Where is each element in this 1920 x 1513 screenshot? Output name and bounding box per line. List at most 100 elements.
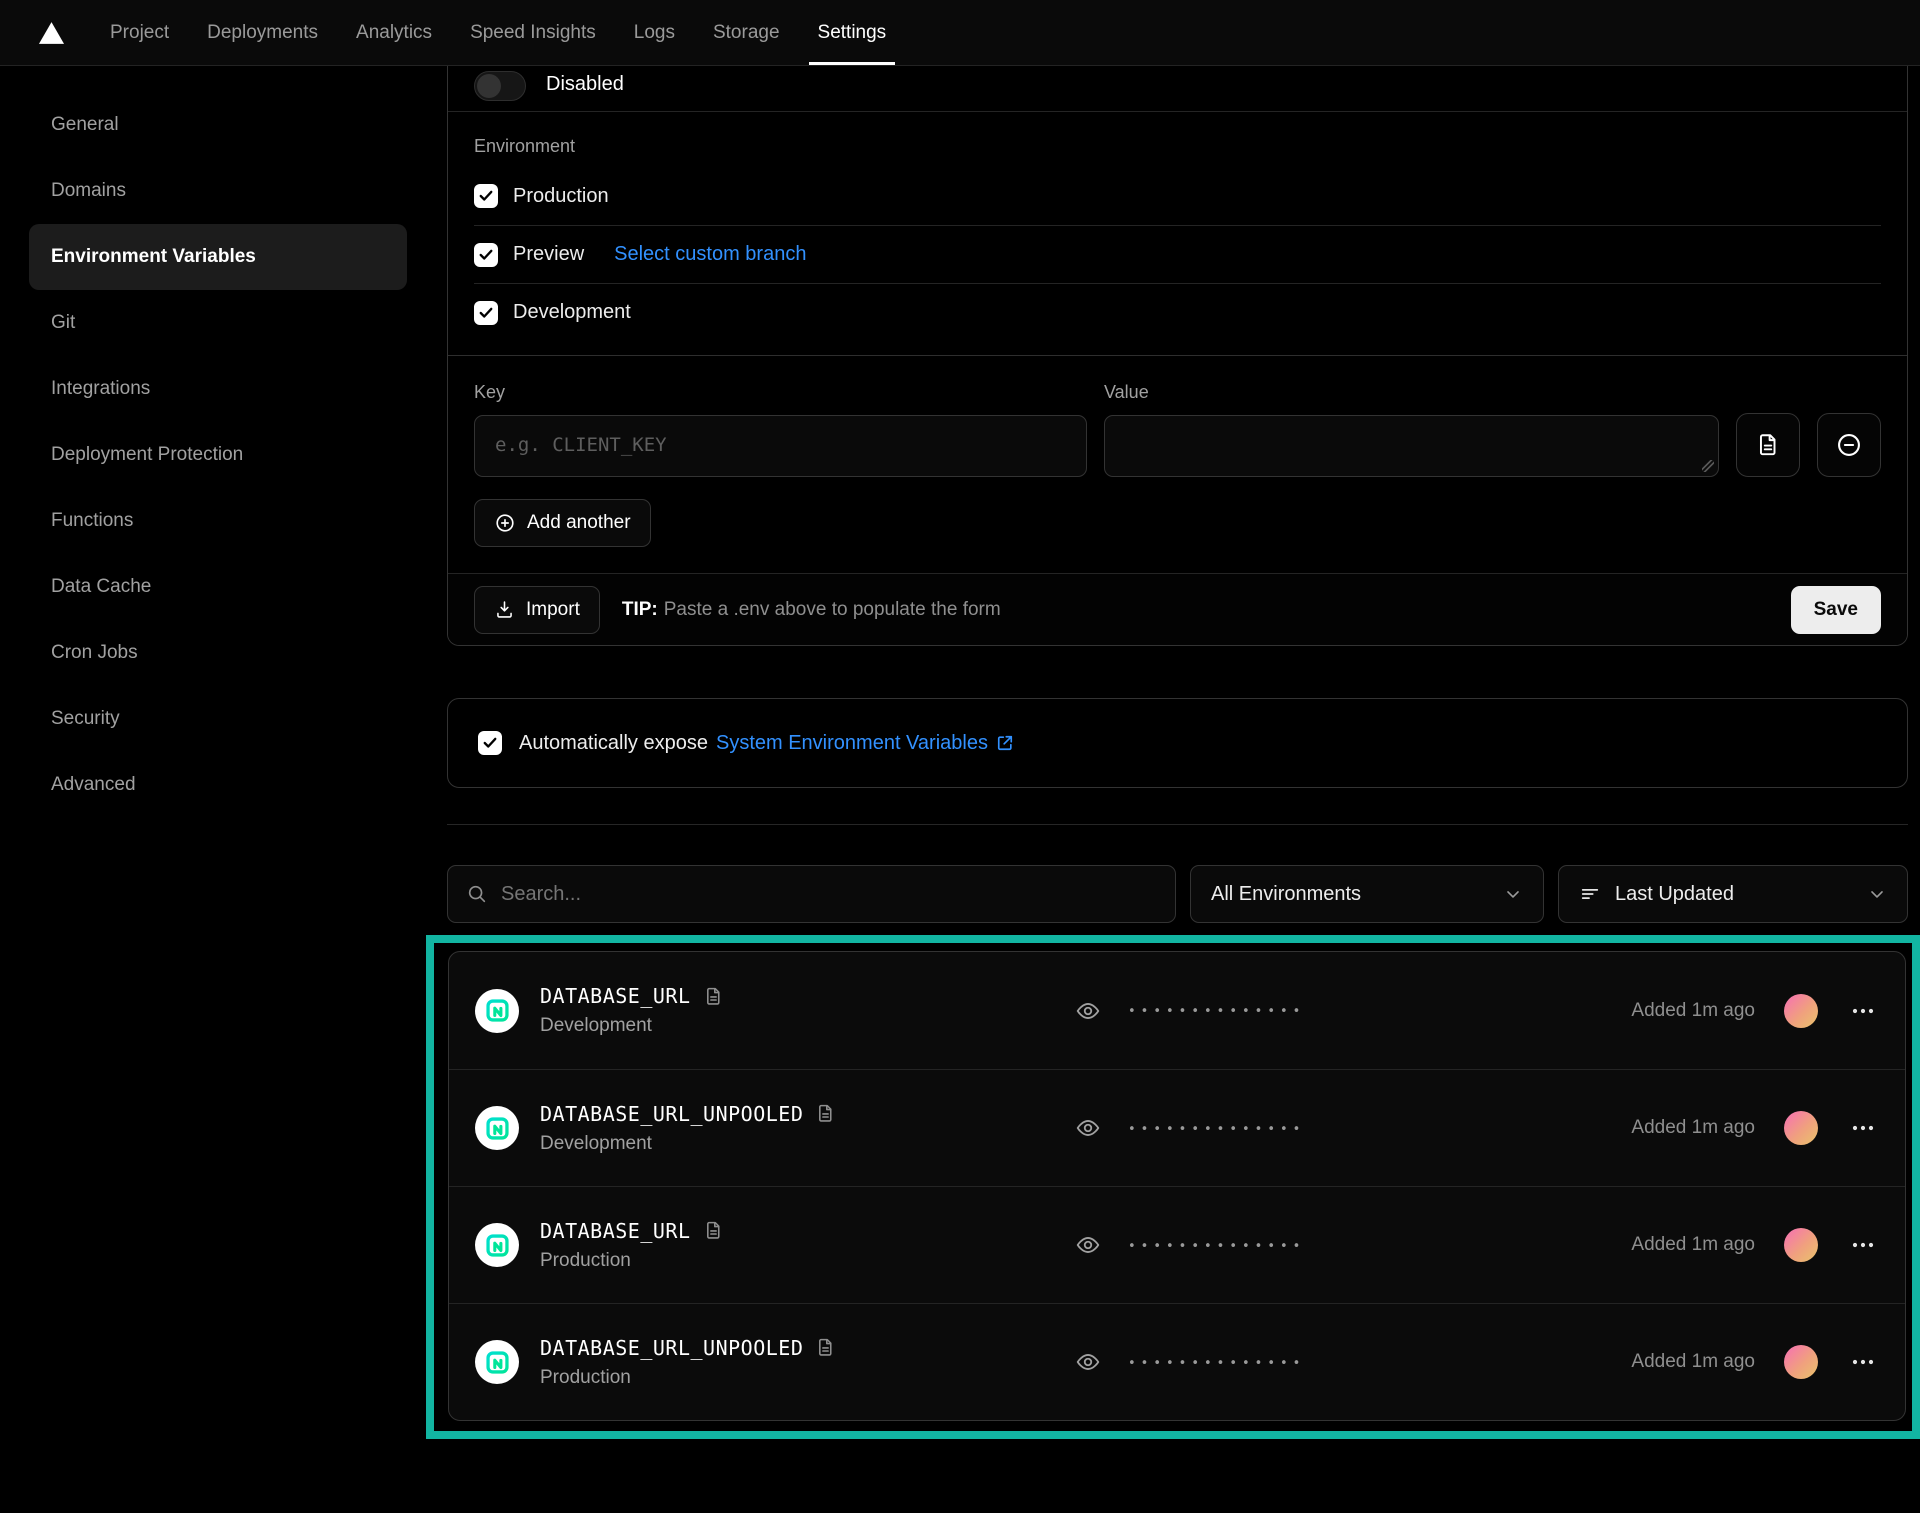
note-icon bbox=[815, 1103, 836, 1124]
env-var-name: DATABASE_URL bbox=[540, 1219, 691, 1243]
section-divider bbox=[447, 824, 1908, 825]
nav-tab[interactable]: Deployments bbox=[188, 0, 337, 65]
system-env-label: Automatically expose bbox=[519, 732, 708, 755]
search-input[interactable] bbox=[501, 883, 1157, 906]
eye-icon bbox=[1075, 1115, 1101, 1141]
nav-tab[interactable]: Settings bbox=[799, 0, 906, 65]
sidebar-item-label: Environment Variables bbox=[51, 246, 256, 268]
sort-filter-select[interactable]: Last Updated bbox=[1558, 865, 1908, 923]
sidebar-item[interactable]: Advanced bbox=[29, 752, 407, 818]
external-link-icon bbox=[995, 733, 1015, 753]
sidebar-item[interactable]: Integrations bbox=[29, 356, 407, 422]
sidebar-item-label: Advanced bbox=[51, 774, 136, 796]
toggle-knob bbox=[477, 74, 501, 98]
environment-checkbox-row: Preview Select custom branch bbox=[474, 225, 1881, 283]
note-icon bbox=[703, 1220, 724, 1241]
tip-text: TIP:Paste a .env above to populate the f… bbox=[622, 599, 1001, 621]
save-button[interactable]: Save bbox=[1791, 586, 1881, 634]
neon-integration-icon bbox=[475, 1106, 519, 1150]
environment-checkbox[interactable] bbox=[474, 184, 498, 208]
nav-tab-label: Speed Insights bbox=[470, 22, 596, 44]
note-icon bbox=[703, 986, 724, 1007]
sidebar-item[interactable]: Domains bbox=[29, 158, 407, 224]
nav-tab[interactable]: Speed Insights bbox=[451, 0, 615, 65]
reveal-value-button[interactable] bbox=[1075, 1349, 1101, 1375]
creator-avatar bbox=[1784, 994, 1818, 1028]
neon-integration-icon bbox=[475, 989, 519, 1033]
nav-tab[interactable]: Logs bbox=[615, 0, 694, 65]
reveal-value-button[interactable] bbox=[1075, 998, 1101, 1024]
sidebar-item-label: Security bbox=[51, 708, 120, 730]
sidebar-item[interactable]: General bbox=[29, 92, 407, 158]
add-another-button[interactable]: Add another bbox=[474, 499, 651, 547]
row-menu-button[interactable] bbox=[1847, 1354, 1879, 1370]
environment-checkbox-row: Development bbox=[474, 283, 1881, 341]
row-menu-button[interactable] bbox=[1847, 1237, 1879, 1253]
env-var-environment: Production bbox=[540, 1250, 724, 1272]
nav-tab-label: Logs bbox=[634, 22, 675, 44]
environment-checkbox-label: Preview bbox=[513, 243, 584, 266]
sidebar-item[interactable]: Git bbox=[29, 290, 407, 356]
masked-value: •••••••••••••• bbox=[1128, 1002, 1305, 1019]
plus-circle-icon bbox=[494, 512, 516, 534]
paste-file-button[interactable] bbox=[1736, 413, 1800, 477]
filter-row: All Environments Last Updated bbox=[447, 865, 1908, 923]
sidebar-item[interactable]: Cron Jobs bbox=[29, 620, 407, 686]
row-menu-button[interactable] bbox=[1847, 1120, 1879, 1136]
nav-tab-label: Deployments bbox=[207, 22, 318, 44]
reveal-value-button[interactable] bbox=[1075, 1115, 1101, 1141]
remove-row-button[interactable] bbox=[1817, 413, 1881, 477]
check-icon bbox=[479, 190, 493, 202]
env-var-editor-card: Disabled Environment Production bbox=[447, 66, 1908, 646]
environment-checkbox[interactable] bbox=[474, 243, 498, 267]
resize-grip[interactable] bbox=[1702, 460, 1714, 472]
ellipsis-icon bbox=[1851, 1241, 1875, 1249]
environment-filter-value: All Environments bbox=[1211, 883, 1489, 906]
main-content: Disabled Environment Production bbox=[447, 66, 1908, 1439]
nav-tab[interactable]: Project bbox=[91, 0, 188, 65]
reveal-value-button[interactable] bbox=[1075, 1232, 1101, 1258]
nav-tab-label: Analytics bbox=[356, 22, 432, 44]
sidebar-item[interactable]: Environment Variables bbox=[29, 224, 407, 290]
sidebar-item[interactable]: Functions bbox=[29, 488, 407, 554]
row-menu-button[interactable] bbox=[1847, 1003, 1879, 1019]
sidebar-item-label: Git bbox=[51, 312, 75, 334]
sidebar-item-label: Data Cache bbox=[51, 576, 151, 598]
creator-avatar bbox=[1784, 1345, 1818, 1379]
sidebar-item-label: Integrations bbox=[51, 378, 150, 400]
key-input[interactable] bbox=[474, 415, 1087, 477]
env-var-row: DATABASE_URL_UNPOOLED Development bbox=[449, 1069, 1905, 1186]
eye-icon bbox=[1075, 1232, 1101, 1258]
vercel-logo-icon[interactable] bbox=[38, 0, 65, 65]
neon-integration-icon bbox=[475, 1223, 519, 1267]
toggle-label: Disabled bbox=[546, 73, 624, 96]
chevron-down-icon bbox=[1867, 884, 1887, 904]
value-input[interactable] bbox=[1104, 415, 1719, 477]
nav-tab[interactable]: Storage bbox=[694, 0, 799, 65]
select-custom-branch-link[interactable]: Select custom branch bbox=[614, 243, 806, 266]
tip-bold: TIP: bbox=[622, 599, 658, 620]
environment-filter-select[interactable]: All Environments bbox=[1190, 865, 1544, 923]
file-icon bbox=[1755, 432, 1781, 458]
creator-avatar bbox=[1784, 1228, 1818, 1262]
minus-circle-icon bbox=[1835, 431, 1863, 459]
added-timestamp: Added 1m ago bbox=[1631, 1000, 1755, 1022]
sidebar-item[interactable]: Deployment Protection bbox=[29, 422, 407, 488]
sidebar-item[interactable]: Data Cache bbox=[29, 554, 407, 620]
note-icon bbox=[815, 1337, 836, 1358]
top-nav: Project Deployments Analytics Speed Insi… bbox=[0, 0, 1920, 66]
environment-checkbox[interactable] bbox=[474, 301, 498, 325]
disabled-toggle-row: Disabled bbox=[448, 66, 1907, 112]
system-env-checkbox[interactable] bbox=[478, 731, 502, 755]
check-icon bbox=[483, 737, 497, 749]
env-var-environment: Development bbox=[540, 1133, 836, 1155]
nav-tab[interactable]: Analytics bbox=[337, 0, 451, 65]
system-env-link[interactable]: System Environment Variables bbox=[716, 732, 1015, 755]
env-var-row: DATABASE_URL Production bbox=[449, 1186, 1905, 1303]
disabled-toggle[interactable] bbox=[474, 71, 526, 101]
highlight-annotation-box: DATABASE_URL Development bbox=[426, 935, 1920, 1439]
neon-integration-icon bbox=[475, 1340, 519, 1384]
import-button[interactable]: Import bbox=[474, 586, 600, 634]
save-label: Save bbox=[1814, 599, 1858, 621]
sidebar-item[interactable]: Security bbox=[29, 686, 407, 752]
